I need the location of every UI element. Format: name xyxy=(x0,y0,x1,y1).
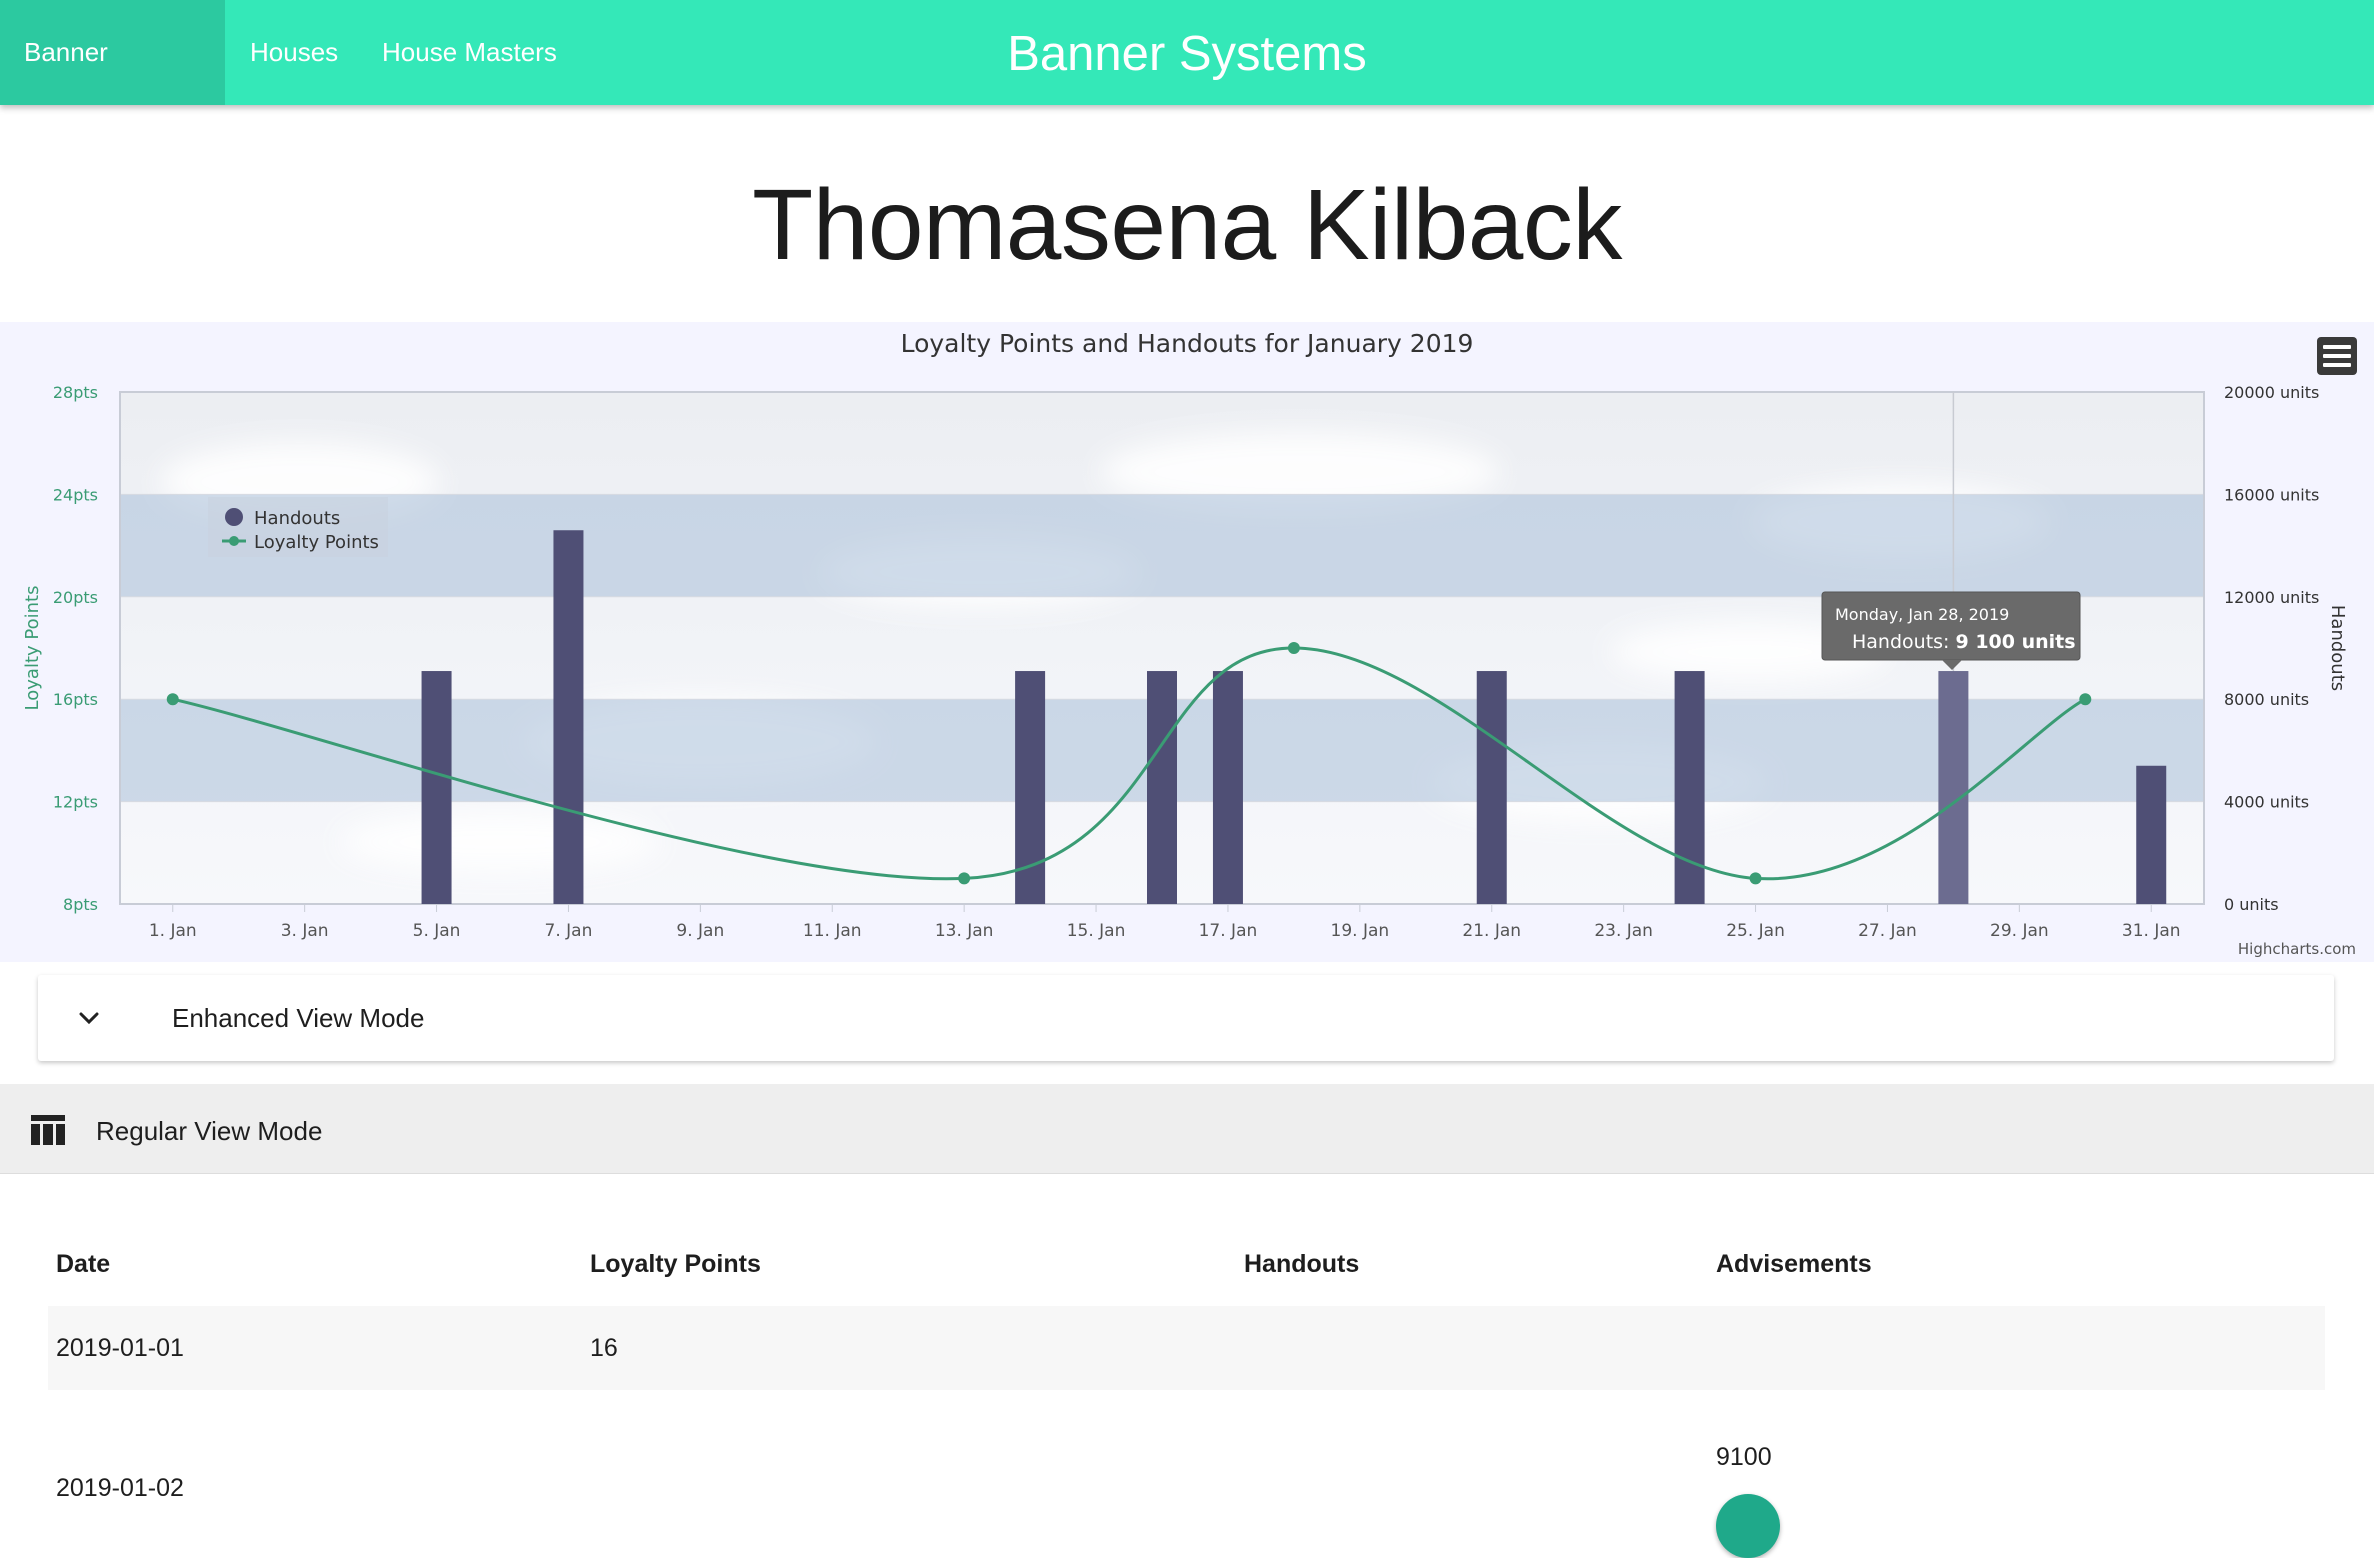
x-tick-label: 7. Jan xyxy=(545,921,593,941)
tooltip-date: Monday, Jan 28, 2019 xyxy=(1835,605,2009,624)
x-tick-label: 9. Jan xyxy=(676,921,724,941)
nav-tab-houses[interactable]: Houses xyxy=(226,0,362,105)
y-right-tick-label: 4000 units xyxy=(2224,793,2309,812)
y-right-axis-label: Handouts xyxy=(2327,605,2348,691)
x-tick-label: 31. Jan xyxy=(2122,921,2181,941)
x-tick-label: 11. Jan xyxy=(803,921,862,941)
bar xyxy=(553,530,584,904)
x-tick-label: 15. Jan xyxy=(1067,921,1126,941)
x-tick-label: 19. Jan xyxy=(1331,921,1390,941)
x-tick-label: 5. Jan xyxy=(413,921,461,941)
legend-item-loyalty-points[interactable]: Loyalty Points xyxy=(254,532,379,553)
row-advisements: 9100 xyxy=(1716,1443,1772,1471)
enhanced-view-panel[interactable]: Enhanced View Mode xyxy=(38,975,2334,1061)
y-right-tick-label: 20000 units xyxy=(2224,383,2319,402)
point xyxy=(1287,642,1300,654)
bar xyxy=(1212,671,1243,904)
chart-menu-button[interactable] xyxy=(2317,337,2357,375)
x-tick-label: 17. Jan xyxy=(1199,921,1258,941)
y-right-tick-label: 16000 units xyxy=(2224,485,2319,504)
nav-tab-house-masters[interactable]: House Masters xyxy=(358,0,581,105)
page-title: Thomasena Kilback xyxy=(752,169,1622,281)
y-left-tick-label: 16pts xyxy=(53,690,98,709)
x-tick-label: 21. Jan xyxy=(1462,921,1521,941)
bar xyxy=(1938,671,1969,904)
x-tick-label: 29. Jan xyxy=(1990,921,2049,941)
top-nav: Banner Persons Houses House Masters Bann… xyxy=(0,0,2374,172)
row-loyalty-points: 16 xyxy=(590,1334,618,1362)
chart-title: Loyalty Points and Handouts for January … xyxy=(901,329,1474,358)
table-row xyxy=(48,1306,2325,1390)
table-icon xyxy=(31,1115,65,1145)
column-header-loyalty-points[interactable]: Loyalty Points xyxy=(590,1250,761,1279)
y-right-tick-label: 0 units xyxy=(2224,895,2279,914)
y-left-tick-label: 12pts xyxy=(53,793,98,812)
bar xyxy=(421,671,452,904)
enhanced-view-label: Enhanced View Mode xyxy=(172,1003,425,1033)
y-left-tick-label: 8pts xyxy=(63,895,98,914)
chart-credits[interactable]: Highcharts.com xyxy=(2238,940,2356,958)
action-button[interactable] xyxy=(1716,1494,1780,1558)
chart-legend: Handouts Loyalty Points xyxy=(208,497,388,557)
bar xyxy=(2136,765,2167,904)
svg-text:Handouts: 9 100 units: Handouts: 9 100 units xyxy=(1852,631,2076,653)
x-tick-label: 1. Jan xyxy=(149,921,197,941)
legend-handouts-marker xyxy=(225,508,243,526)
y-right-tick-label: 12000 units xyxy=(2224,588,2319,607)
x-tick-label: 13. Jan xyxy=(935,921,994,941)
x-tick-label: 23. Jan xyxy=(1594,921,1653,941)
point xyxy=(1749,872,1762,885)
y-right-tick-label: 8000 units xyxy=(2224,690,2309,709)
chart-tooltip: Monday, Jan 28, 2019 Handouts: 9 100 uni… xyxy=(1821,591,2081,670)
bar xyxy=(1147,671,1177,904)
row-date: 2019-01-01 xyxy=(56,1334,184,1362)
tooltip-series: Handouts: xyxy=(1852,631,1949,653)
x-tick-label: 3. Jan xyxy=(281,921,329,941)
row-date: 2019-01-02 xyxy=(56,1474,184,1502)
bar xyxy=(1476,671,1507,904)
chart-svg: 1. Jan 3. Jan 5. Jan 7. Jan 9. Jan 11. Jan 13.… xyxy=(22,329,2356,958)
bar xyxy=(1674,671,1705,904)
column-header-advisements[interactable]: Advisements xyxy=(1716,1250,1872,1279)
legend-loyalty-marker xyxy=(229,536,239,546)
point xyxy=(958,872,971,885)
y-left-tick-label: 28pts xyxy=(53,383,98,402)
plot-band xyxy=(120,494,2204,597)
y-left-axis-label: Loyalty Points xyxy=(22,586,43,711)
point xyxy=(2079,693,2092,706)
chart-container: 1. Jan 3. Jan 5. Jan 7. Jan 9. Jan 11. Jan 13.… xyxy=(0,322,2374,962)
point xyxy=(166,693,179,706)
x-tick-label: 25. Jan xyxy=(1726,921,1785,941)
y-left-tick-label: 24pts xyxy=(53,485,98,504)
column-header-date[interactable]: Date xyxy=(56,1250,110,1279)
tooltip-value: 9 100 units xyxy=(1956,631,2076,653)
chevron-down-icon xyxy=(79,1012,99,1025)
x-tick-label: 27. Jan xyxy=(1858,921,1917,941)
nav-tab-banner-persons[interactable]: Banner Persons xyxy=(0,0,225,172)
legend-item-handouts[interactable]: Handouts xyxy=(254,508,340,529)
regular-view-header[interactable]: Regular View Mode xyxy=(0,1084,2374,1174)
column-header-handouts[interactable]: Handouts xyxy=(1244,1250,1359,1279)
y-left-tick-label: 20pts xyxy=(53,588,98,607)
regular-view-label: Regular View Mode xyxy=(96,1116,323,1146)
